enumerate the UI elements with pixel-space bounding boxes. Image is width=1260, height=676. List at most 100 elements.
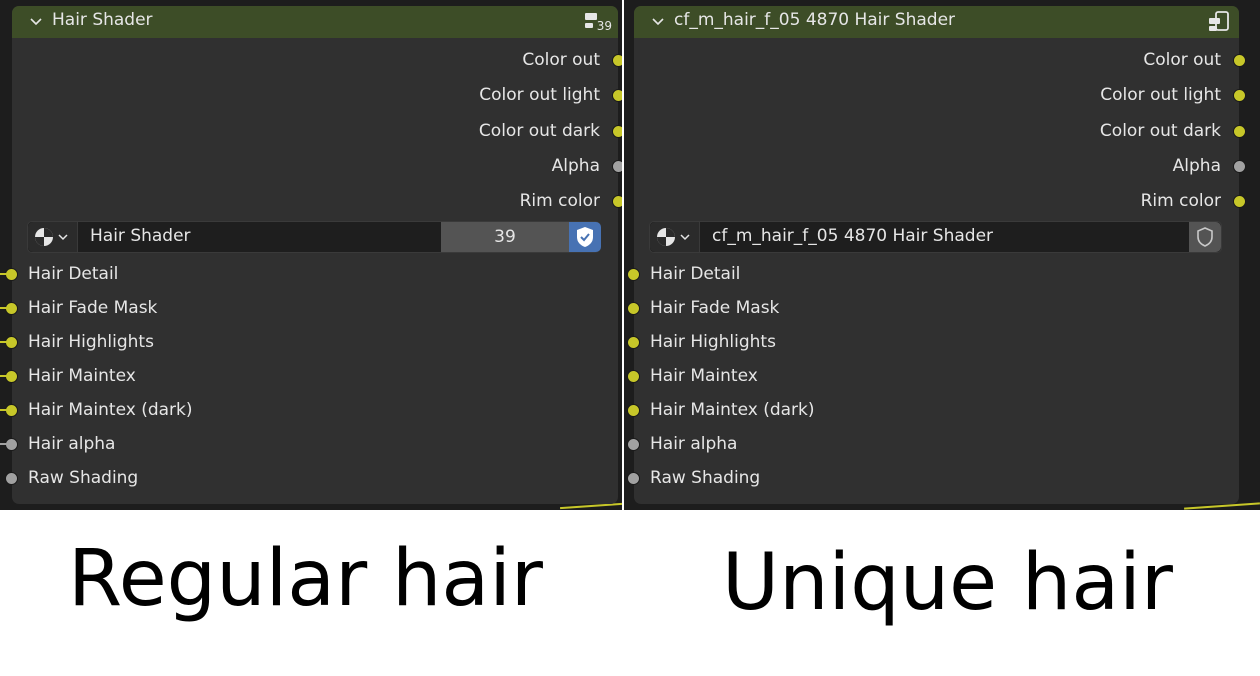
output-alpha: Alpha bbox=[1173, 151, 1246, 181]
browse-node-group-button[interactable] bbox=[28, 222, 78, 252]
shield-icon bbox=[1197, 227, 1213, 247]
user-count-button[interactable]: 39 bbox=[441, 222, 569, 252]
output-socket[interactable] bbox=[612, 160, 622, 173]
output-socket[interactable] bbox=[1233, 54, 1246, 67]
output-label: Color out dark bbox=[1099, 121, 1221, 141]
input-wire bbox=[0, 409, 8, 411]
output-alpha: Alpha bbox=[551, 151, 622, 181]
fake-user-toggle[interactable] bbox=[569, 222, 601, 252]
input-socket[interactable] bbox=[627, 404, 640, 417]
output-socket[interactable] bbox=[612, 54, 622, 67]
output-color-out-dark: Color out dark bbox=[478, 116, 622, 146]
unique-hair-panel: cf_m_hair_f_05 4870 Hair Shader Color ou… bbox=[624, 0, 1260, 510]
node-group-name[interactable]: Hair Shader bbox=[90, 226, 191, 246]
chevron-down-icon[interactable] bbox=[650, 14, 666, 30]
browse-node-group-button[interactable] bbox=[650, 222, 700, 252]
output-color-out-light: Color out light bbox=[1100, 80, 1246, 110]
node-tree-icon bbox=[35, 228, 68, 246]
input-label: Hair Highlights bbox=[28, 332, 154, 352]
input-hair-detail: Hair Detail bbox=[5, 259, 119, 289]
input-raw-shading: Raw Shading bbox=[5, 463, 139, 493]
input-label: Hair alpha bbox=[28, 434, 116, 454]
node-header[interactable]: Hair Shader 39 bbox=[12, 6, 618, 38]
output-label: Color out bbox=[1143, 50, 1221, 70]
output-label: Color out bbox=[522, 50, 600, 70]
node-header[interactable]: cf_m_hair_f_05 4870 Hair Shader bbox=[634, 6, 1239, 38]
input-hair-maintex-dark: Hair Maintex (dark) bbox=[5, 395, 193, 425]
input-wire bbox=[0, 307, 8, 309]
output-socket[interactable] bbox=[1233, 160, 1246, 173]
node-group-selector[interactable]: cf_m_hair_f_05 4870 Hair Shader bbox=[649, 221, 1222, 253]
output-label: Rim color bbox=[519, 191, 600, 211]
input-label: Hair Maintex bbox=[650, 366, 758, 386]
node-group-users-badge: 39 bbox=[582, 10, 612, 34]
output-label: Alpha bbox=[551, 156, 600, 176]
input-label: Hair Maintex (dark) bbox=[28, 400, 193, 420]
output-color-out-light: Color out light bbox=[479, 80, 622, 110]
input-label: Hair Maintex bbox=[28, 366, 136, 386]
output-color-out: Color out bbox=[1143, 45, 1246, 75]
output-label: Color out light bbox=[1100, 85, 1221, 105]
input-label: Hair alpha bbox=[650, 434, 738, 454]
output-socket[interactable] bbox=[1233, 125, 1246, 138]
input-socket[interactable] bbox=[627, 370, 640, 383]
input-socket[interactable] bbox=[627, 302, 640, 315]
output-label: Color out dark bbox=[478, 121, 600, 141]
node-group-name[interactable]: cf_m_hair_f_05 4870 Hair Shader bbox=[712, 226, 993, 246]
output-label: Color out light bbox=[479, 85, 600, 105]
input-hair-maintex: Hair Maintex bbox=[627, 361, 758, 391]
caption-regular-hair: Regular hair bbox=[68, 534, 543, 624]
input-raw-shading: Raw Shading bbox=[627, 463, 761, 493]
output-rim-color: Rim color bbox=[519, 186, 622, 216]
input-socket[interactable] bbox=[5, 472, 18, 485]
output-socket[interactable] bbox=[612, 195, 622, 208]
input-hair-alpha: Hair alpha bbox=[5, 429, 116, 459]
hair-shader-node[interactable]: Hair Shader 39 Color out Color out light… bbox=[5, 6, 622, 504]
input-label: Raw Shading bbox=[650, 468, 761, 488]
input-wire bbox=[0, 273, 8, 275]
input-hair-detail: Hair Detail bbox=[627, 259, 741, 289]
hair-shader-node[interactable]: cf_m_hair_f_05 4870 Hair Shader Color ou… bbox=[627, 6, 1246, 504]
input-wire bbox=[0, 341, 8, 343]
input-hair-highlights: Hair Highlights bbox=[627, 327, 776, 357]
input-wire bbox=[0, 375, 8, 377]
regular-hair-panel: Hair Shader 39 Color out Color out light… bbox=[0, 0, 622, 510]
input-wire bbox=[0, 443, 8, 445]
input-hair-highlights: Hair Highlights bbox=[5, 327, 154, 357]
input-label: Hair Fade Mask bbox=[650, 298, 780, 318]
output-socket[interactable] bbox=[1233, 89, 1246, 102]
input-label: Hair Maintex (dark) bbox=[650, 400, 815, 420]
input-hair-fade-mask: Hair Fade Mask bbox=[5, 293, 158, 323]
output-label: Rim color bbox=[1140, 191, 1221, 211]
node-title: Hair Shader bbox=[52, 10, 153, 30]
input-label: Hair Highlights bbox=[650, 332, 776, 352]
input-label: Hair Fade Mask bbox=[28, 298, 158, 318]
input-label: Hair Detail bbox=[28, 264, 119, 284]
shield-check-icon bbox=[577, 227, 593, 247]
fake-user-toggle[interactable] bbox=[1189, 222, 1221, 252]
user-count-badge: 39 bbox=[596, 19, 612, 33]
output-color-out-dark: Color out dark bbox=[1099, 116, 1246, 146]
caption-unique-hair: Unique hair bbox=[722, 538, 1173, 628]
input-label: Hair Detail bbox=[650, 264, 741, 284]
input-socket[interactable] bbox=[627, 268, 640, 281]
input-hair-alpha: Hair alpha bbox=[627, 429, 738, 459]
node-tree-icon bbox=[657, 228, 690, 246]
output-socket[interactable] bbox=[1233, 195, 1246, 208]
input-hair-fade-mask: Hair Fade Mask bbox=[627, 293, 780, 323]
input-socket[interactable] bbox=[627, 472, 640, 485]
input-socket[interactable] bbox=[627, 438, 640, 451]
input-label: Raw Shading bbox=[28, 468, 139, 488]
input-hair-maintex-dark: Hair Maintex (dark) bbox=[627, 395, 815, 425]
node-title: cf_m_hair_f_05 4870 Hair Shader bbox=[674, 10, 956, 30]
input-hair-maintex: Hair Maintex bbox=[5, 361, 136, 391]
output-socket[interactable] bbox=[612, 89, 622, 102]
output-color-out: Color out bbox=[522, 45, 622, 75]
node-group-icon bbox=[1209, 11, 1229, 31]
output-socket[interactable] bbox=[612, 125, 622, 138]
output-rim-color: Rim color bbox=[1140, 186, 1246, 216]
chevron-down-icon[interactable] bbox=[28, 14, 44, 30]
node-group-badge bbox=[1207, 10, 1233, 34]
node-group-selector[interactable]: Hair Shader 39 bbox=[27, 221, 601, 253]
input-socket[interactable] bbox=[627, 336, 640, 349]
